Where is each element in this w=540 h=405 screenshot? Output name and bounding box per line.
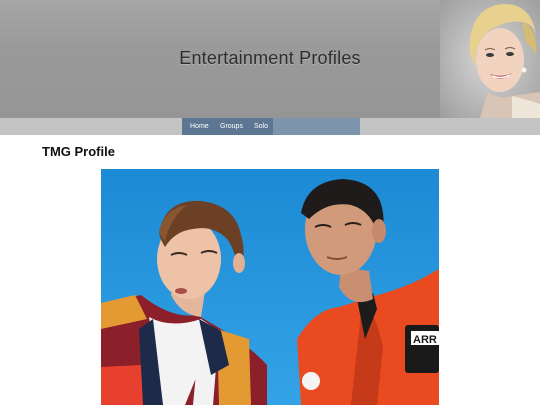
- nav-bar: Home Groups Solo: [0, 118, 540, 135]
- nav-menu: Home Groups Solo: [182, 118, 360, 135]
- svg-text:ARR: ARR: [413, 334, 437, 346]
- header-banner: Entertainment Profiles: [0, 0, 540, 118]
- nav-item-solo[interactable]: Solo: [254, 118, 268, 135]
- nav-item-groups[interactable]: Groups: [220, 118, 243, 135]
- nav-item-home[interactable]: Home: [190, 118, 209, 135]
- profile-photo: ARR: [101, 169, 439, 405]
- page-title: TMG Profile: [42, 144, 115, 159]
- header-portrait-image: [440, 0, 540, 118]
